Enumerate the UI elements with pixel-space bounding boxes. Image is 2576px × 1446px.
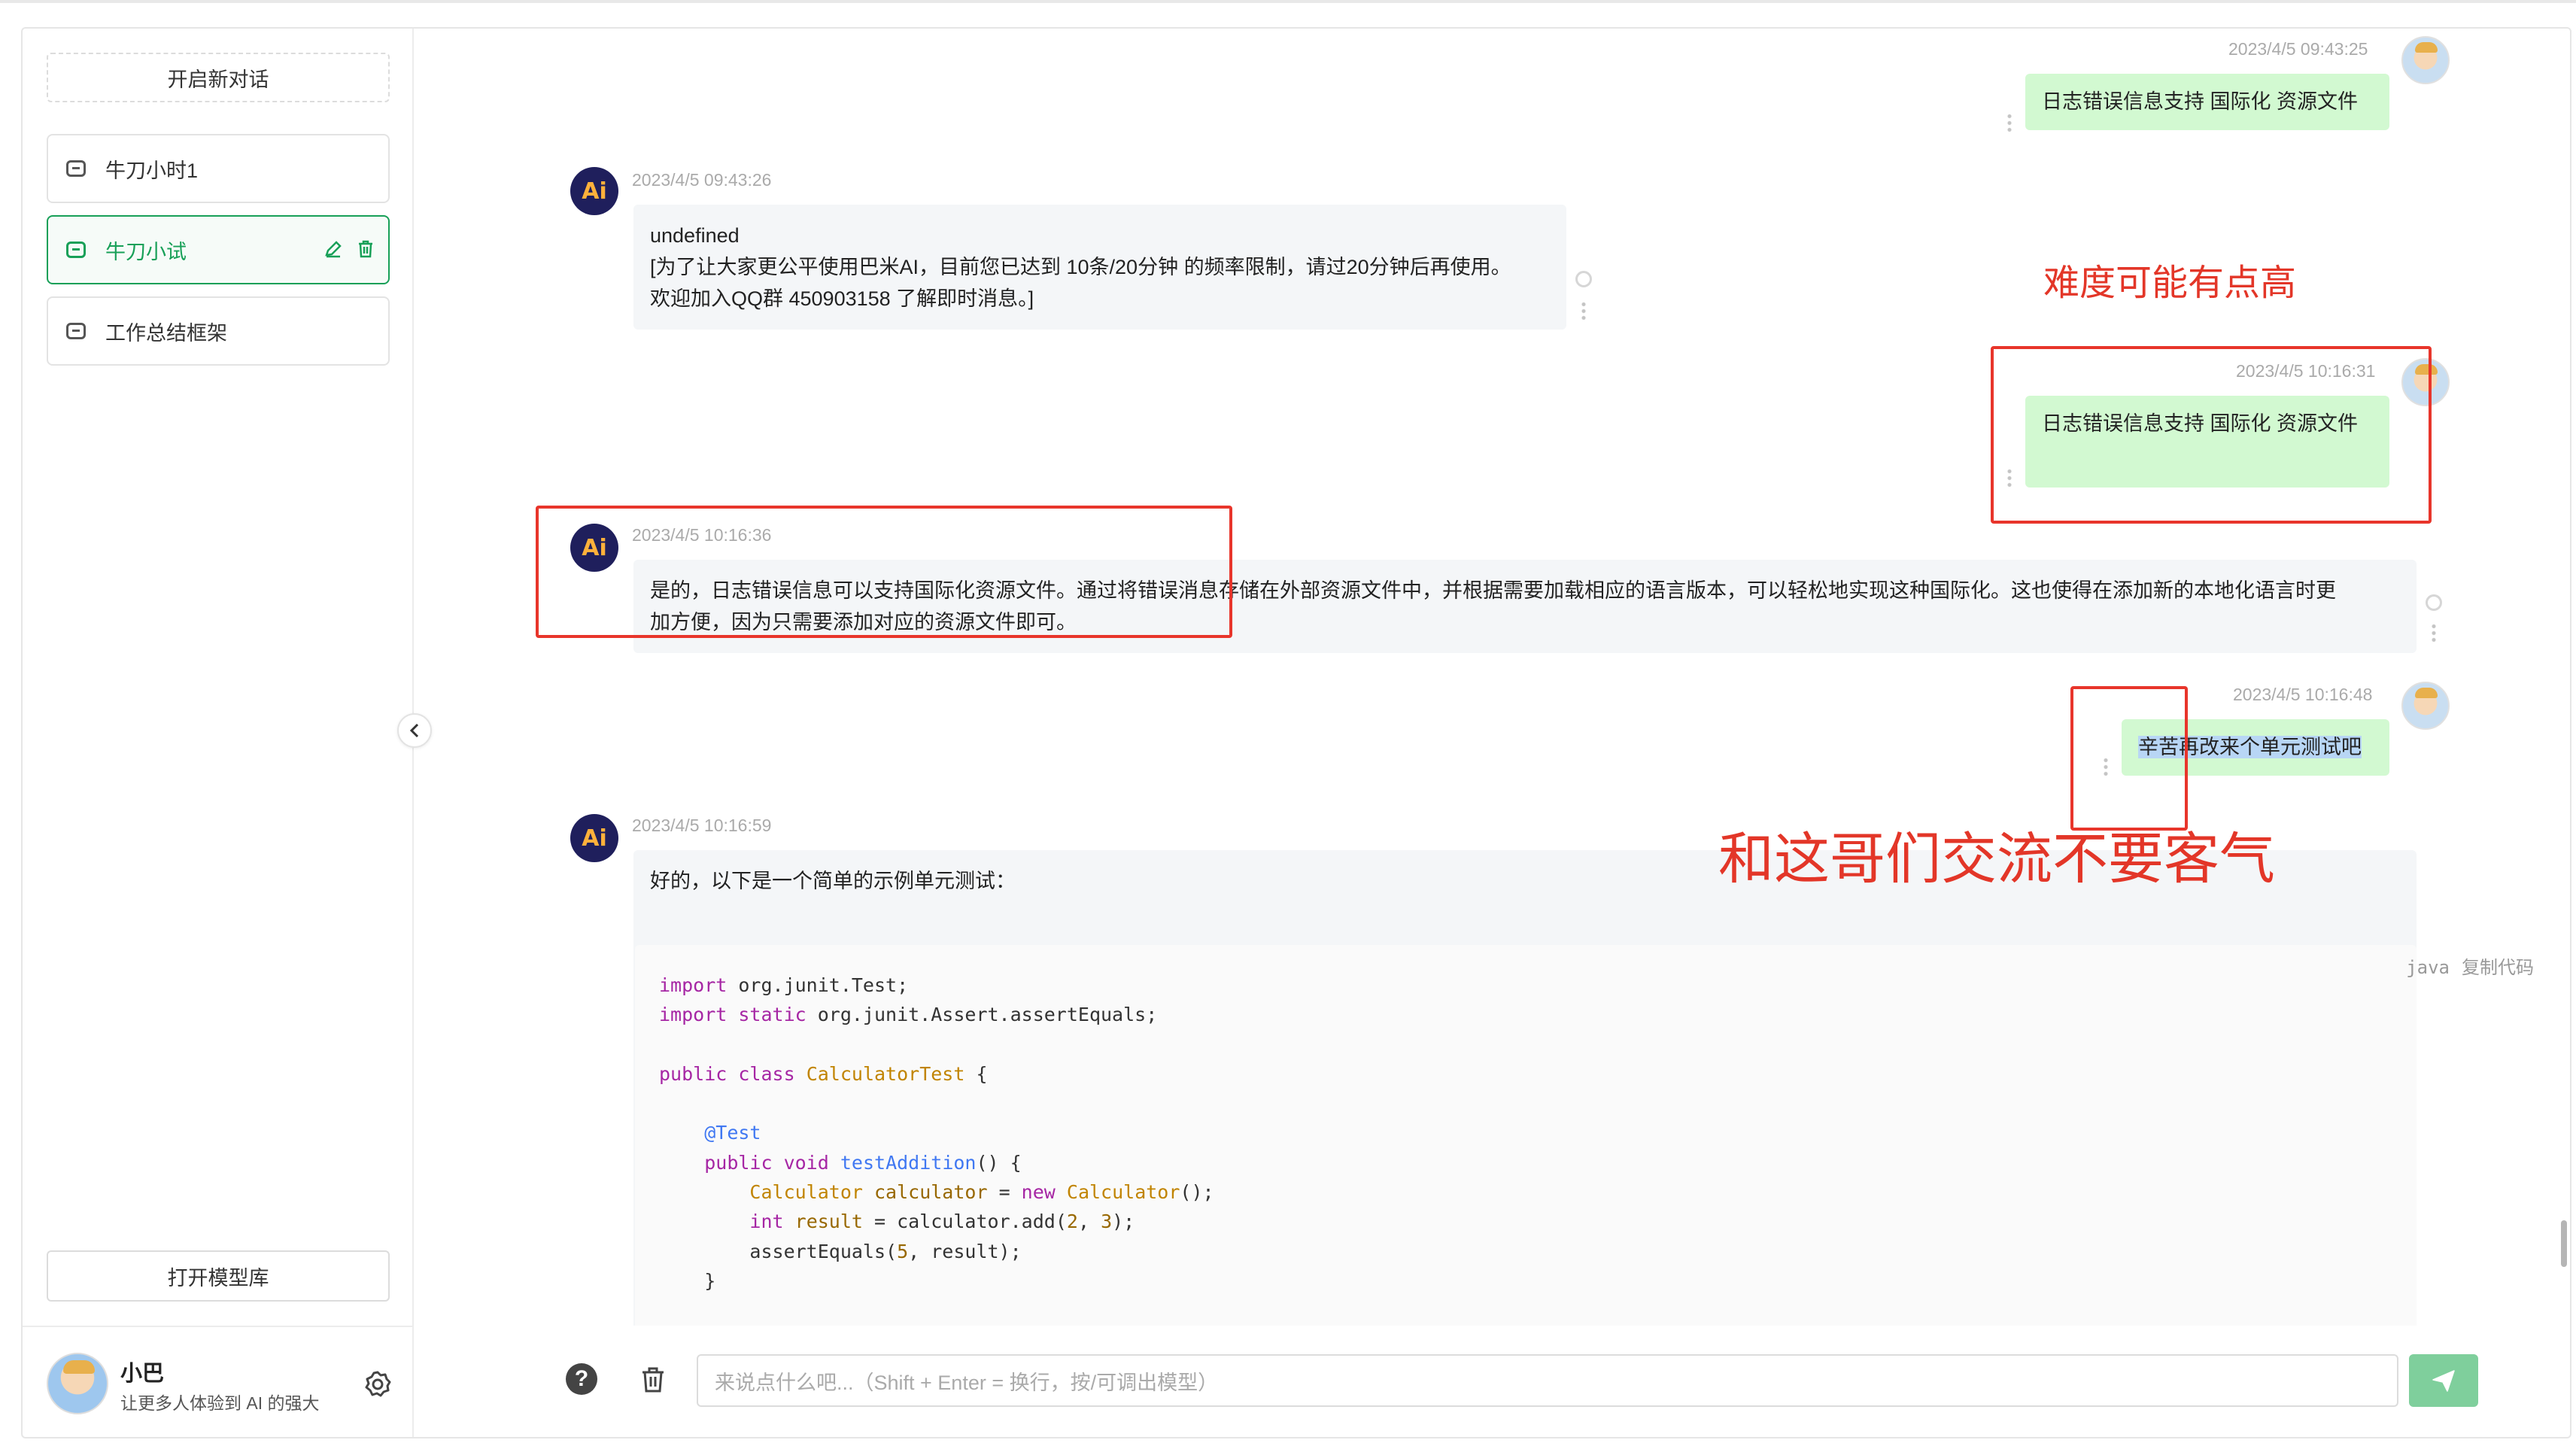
user-name: 小巴 bbox=[120, 1362, 165, 1386]
code-language: java bbox=[2406, 957, 2450, 978]
message-timestamp: 2023/4/5 10:16:48 bbox=[2233, 685, 2373, 704]
message-timestamp: 2023/4/5 09:43:26 bbox=[632, 170, 772, 190]
message-more-icon[interactable] bbox=[1581, 301, 1586, 320]
chat-icon bbox=[66, 160, 86, 177]
delete-icon[interactable] bbox=[357, 239, 375, 259]
code-content: import org.junit.Test; import static org… bbox=[659, 974, 1214, 1292]
user-description: 让更多人体验到 AI 的强大 bbox=[120, 1393, 320, 1413]
message-input[interactable]: 来说点什么吧...（Shift + Enter = 换行，按/可调出模型） bbox=[697, 1354, 2398, 1407]
app-window: 开启新对话 牛刀小时1 牛刀小试 工作总结框架 打开模型库 小巴 让更多人体验到… bbox=[21, 27, 2571, 1438]
chat-icon bbox=[66, 242, 86, 258]
conversation-actions bbox=[324, 239, 375, 259]
chat-icon bbox=[66, 323, 86, 339]
annotation-difficulty: 难度可能有点高 bbox=[2043, 263, 2297, 303]
conversation-label: 牛刀小试 bbox=[105, 240, 187, 263]
ai-message-line: [为了让大家更公平使用巴米AI，目前您已达到 10条/20分钟 的频率限制，请过… bbox=[650, 256, 1511, 278]
conversation-item[interactable]: 工作总结框架 bbox=[47, 296, 390, 366]
regenerate-icon[interactable] bbox=[1575, 271, 1592, 287]
scrollbar[interactable] bbox=[2561, 1220, 2567, 1267]
input-bar: ? 来说点什么吧...（Shift + Enter = 换行，按/可调出模型） bbox=[415, 1326, 2571, 1440]
user-avatar bbox=[2401, 36, 2450, 84]
send-button[interactable] bbox=[2409, 1354, 2478, 1407]
ai-avatar: Ai bbox=[570, 167, 618, 215]
message-timestamp: 2023/4/5 10:16:59 bbox=[632, 816, 772, 835]
ai-message-line: 欢迎加入QQ群 450903158 了解即时消息。] bbox=[650, 287, 1034, 310]
ai-message-line: undefined bbox=[650, 224, 740, 247]
user-message-bubble: 日志错误信息支持 国际化 资源文件 bbox=[2025, 74, 2389, 131]
ai-avatar: Ai bbox=[570, 814, 618, 862]
edit-icon[interactable] bbox=[324, 239, 343, 259]
user-profile: 小巴 让更多人体验到 AI 的强大 bbox=[23, 1326, 414, 1440]
help-icon[interactable]: ? bbox=[566, 1363, 597, 1395]
avatar[interactable] bbox=[47, 1353, 108, 1414]
conversation-item-active[interactable]: 牛刀小试 bbox=[47, 215, 390, 284]
annotation-highlight-box bbox=[536, 506, 1232, 638]
settings-icon[interactable] bbox=[363, 1369, 393, 1399]
annotation-polite: 和这哥们交流不要客气 bbox=[1718, 828, 2275, 890]
chat-area: 2023/4/5 09:43:25 日志错误信息支持 国际化 资源文件 Ai 2… bbox=[415, 29, 2571, 1326]
regenerate-icon[interactable] bbox=[2426, 594, 2442, 611]
ai-message-bubble: undefined [为了让大家更公平使用巴米AI，目前您已达到 10条/20分… bbox=[633, 205, 1566, 330]
conversation-label: 工作总结框架 bbox=[105, 321, 227, 345]
sidebar: 开启新对话 牛刀小时1 牛刀小试 工作总结框架 打开模型库 小巴 让更多人体验到… bbox=[23, 29, 414, 1437]
annotation-highlight-box bbox=[2070, 686, 2188, 831]
annotation-highlight-box bbox=[1991, 346, 2432, 524]
code-header: java 复制代码 bbox=[2406, 952, 2534, 979]
conversation-item[interactable]: 牛刀小时1 bbox=[47, 134, 390, 203]
message-more-icon[interactable] bbox=[2007, 113, 2012, 132]
copy-code-button[interactable]: 复制代码 bbox=[2462, 958, 2534, 978]
user-avatar bbox=[2401, 682, 2450, 730]
message-timestamp: 2023/4/5 09:43:25 bbox=[2228, 39, 2368, 59]
new-chat-button[interactable]: 开启新对话 bbox=[47, 53, 390, 102]
clear-chat-icon[interactable] bbox=[638, 1365, 668, 1395]
send-icon bbox=[2432, 1370, 2455, 1392]
message-more-icon[interactable] bbox=[2432, 623, 2436, 642]
open-model-library-button[interactable]: 打开模型库 bbox=[47, 1250, 390, 1302]
conversation-label: 牛刀小时1 bbox=[105, 159, 199, 182]
top-border bbox=[0, 0, 2576, 3]
